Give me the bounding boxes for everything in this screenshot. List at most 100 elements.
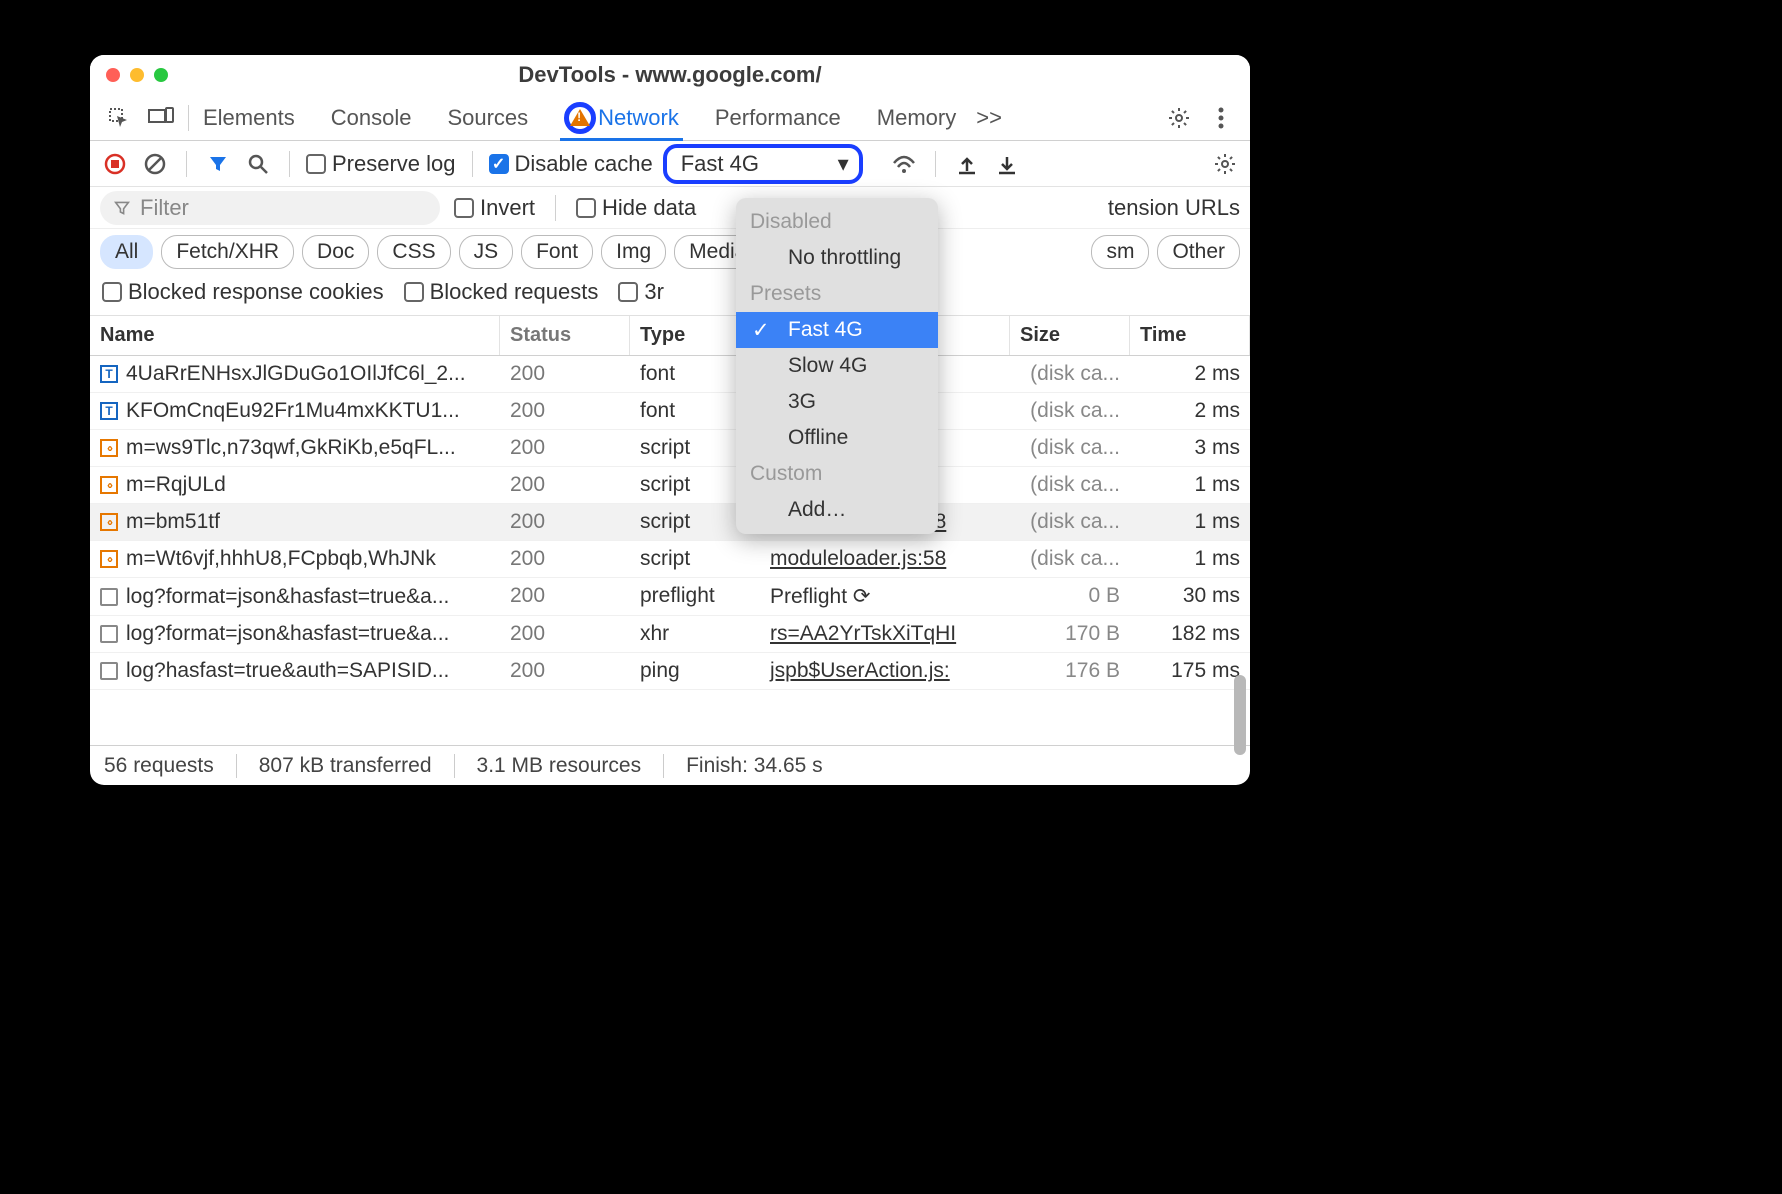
checkbox-icon	[454, 198, 474, 218]
dropdown-item[interactable]: Offline	[736, 420, 938, 456]
blocked-requests-checkbox[interactable]: Blocked requests	[404, 279, 599, 305]
tab-elements[interactable]: Elements	[203, 95, 295, 140]
preserve-log-label: Preserve log	[332, 151, 456, 177]
tabs-overflow[interactable]: >>	[976, 105, 1002, 131]
request-size: 176 B	[1010, 653, 1130, 689]
warning-icon	[564, 102, 596, 134]
inspect-element-icon[interactable]	[102, 101, 136, 135]
tab-sources[interactable]: Sources	[447, 95, 528, 140]
file-type-icon	[100, 662, 118, 680]
preserve-log-checkbox[interactable]: Preserve log	[306, 151, 456, 177]
request-status: 200	[500, 504, 630, 540]
dropdown-item[interactable]: Add…	[736, 492, 938, 528]
request-name: KFOmCnqEu92Fr1Mu4mxKKTU1...	[126, 399, 460, 423]
request-name: 4UaRrENHsxJlGDuGo1OIlJfC6l_2...	[126, 362, 466, 386]
table-row[interactable]: log?format=json&hasfast=true&a...200pref…	[90, 578, 1250, 616]
col-time[interactable]: Time	[1130, 316, 1250, 355]
type-chip-css[interactable]: CSS	[377, 235, 450, 269]
scrollbar-thumb[interactable]	[1234, 675, 1246, 755]
type-chip-other[interactable]: Other	[1157, 235, 1240, 269]
tab-performance[interactable]: Performance	[715, 95, 841, 140]
status-finish: Finish: 34.65 s	[686, 754, 823, 778]
cookie-filter-bar: Blocked response cookies Blocked request…	[90, 275, 1250, 316]
invert-checkbox[interactable]: Invert	[454, 195, 535, 221]
file-type-icon	[100, 588, 118, 606]
type-chip-fetch-xhr[interactable]: Fetch/XHR	[161, 235, 294, 269]
request-status: 200	[500, 356, 630, 392]
filter-input[interactable]: Filter	[100, 191, 440, 225]
disable-cache-checkbox[interactable]: Disable cache	[489, 151, 653, 177]
table-row[interactable]: log?hasfast=true&auth=SAPISID...200pingj…	[90, 653, 1250, 690]
type-chip-wasm[interactable]: sm	[1091, 235, 1149, 269]
dropdown-item[interactable]: Slow 4G	[736, 348, 938, 384]
table-row[interactable]: 4UaRrENHsxJlGDuGo1OIlJfC6l_2...200fontn3…	[90, 356, 1250, 393]
table-row[interactable]: log?format=json&hasfast=true&a...200xhrr…	[90, 616, 1250, 653]
dropdown-item[interactable]: Fast 4G	[736, 312, 938, 348]
devtools-window: DevTools - www.google.com/ Elements Cons…	[90, 55, 1250, 785]
request-type: ping	[630, 653, 760, 689]
invert-label: Invert	[480, 195, 535, 221]
window-title: DevTools - www.google.com/	[90, 62, 1250, 88]
request-status: 200	[500, 393, 630, 429]
filter-bar: Filter Invert Hide data tension URLs	[90, 187, 1250, 229]
type-chip-img[interactable]: Img	[601, 235, 666, 269]
request-initiator[interactable]: moduleloader.js:58	[760, 541, 1010, 577]
minimize-window-button[interactable]	[130, 68, 144, 82]
request-initiator[interactable]: jspb$UserAction.js:	[760, 653, 1010, 689]
tab-console[interactable]: Console	[331, 95, 412, 140]
request-name: log?hasfast=true&auth=SAPISID...	[126, 659, 449, 683]
download-har-icon[interactable]	[992, 149, 1022, 179]
request-type: xhr	[630, 616, 760, 652]
settings-icon[interactable]	[1162, 101, 1196, 135]
divider	[188, 105, 189, 131]
zoom-window-button[interactable]	[154, 68, 168, 82]
divider	[663, 754, 664, 778]
table-row[interactable]: m=RqjULd200script58(disk ca...1 ms	[90, 467, 1250, 504]
request-status: 200	[500, 467, 630, 503]
divider	[236, 754, 237, 778]
request-time: 2 ms	[1130, 393, 1250, 429]
type-chip-font[interactable]: Font	[521, 235, 593, 269]
throttling-value: Fast 4G	[681, 151, 759, 177]
third-party-checkbox[interactable]: 3r	[618, 279, 664, 305]
col-name[interactable]: Name	[90, 316, 500, 355]
dropdown-item[interactable]: No throttling	[736, 240, 938, 276]
table-row[interactable]: m=ws9Tlc,n73qwf,GkRiKb,e5qFL...200script…	[90, 430, 1250, 467]
tab-network[interactable]: Network	[564, 95, 679, 140]
close-window-button[interactable]	[106, 68, 120, 82]
file-type-icon	[100, 365, 118, 383]
request-initiator[interactable]: rs=AA2YrTskXiTqHI	[760, 616, 1010, 652]
throttling-select[interactable]: Fast 4G ▾	[663, 144, 863, 184]
disable-cache-label: Disable cache	[515, 151, 653, 177]
request-time: 3 ms	[1130, 430, 1250, 466]
divider	[289, 151, 290, 177]
table-row[interactable]: m=Wt6vjf,hhhU8,FCpbqb,WhJNk200scriptmodu…	[90, 541, 1250, 578]
hide-data-urls-checkbox[interactable]: Hide data	[576, 195, 696, 221]
network-settings-icon[interactable]	[1210, 149, 1240, 179]
filter-icon[interactable]	[203, 149, 233, 179]
search-icon[interactable]	[243, 149, 273, 179]
type-chip-all[interactable]: All	[100, 235, 153, 269]
request-initiator[interactable]: Preflight ⟳	[760, 578, 1010, 615]
network-conditions-icon[interactable]	[889, 149, 919, 179]
request-time: 1 ms	[1130, 541, 1250, 577]
device-toolbar-icon[interactable]	[144, 101, 178, 135]
request-name: m=RqjULd	[126, 473, 226, 497]
type-chip-doc[interactable]: Doc	[302, 235, 369, 269]
type-chip-js[interactable]: JS	[459, 235, 514, 269]
request-status: 200	[500, 616, 630, 652]
col-size[interactable]: Size	[1010, 316, 1130, 355]
dropdown-item[interactable]: 3G	[736, 384, 938, 420]
col-status[interactable]: Status	[500, 316, 630, 355]
table-row[interactable]: KFOmCnqEu92Fr1Mu4mxKKTU1...200fontn3:(di…	[90, 393, 1250, 430]
upload-har-icon[interactable]	[952, 149, 982, 179]
kebab-menu-icon[interactable]	[1204, 101, 1238, 135]
checkbox-icon	[102, 282, 122, 302]
record-button[interactable]	[100, 149, 130, 179]
tab-memory[interactable]: Memory	[877, 95, 956, 140]
throttling-dropdown: DisabledNo throttlingPresetsFast 4GSlow …	[736, 198, 938, 534]
table-row[interactable]: m=bm51tf200scriptmoduleloader.js:58(disk…	[90, 504, 1250, 541]
blocked-response-cookies-checkbox[interactable]: Blocked response cookies	[102, 279, 384, 305]
clear-button[interactable]	[140, 149, 170, 179]
third-party-label: 3r	[644, 279, 664, 305]
